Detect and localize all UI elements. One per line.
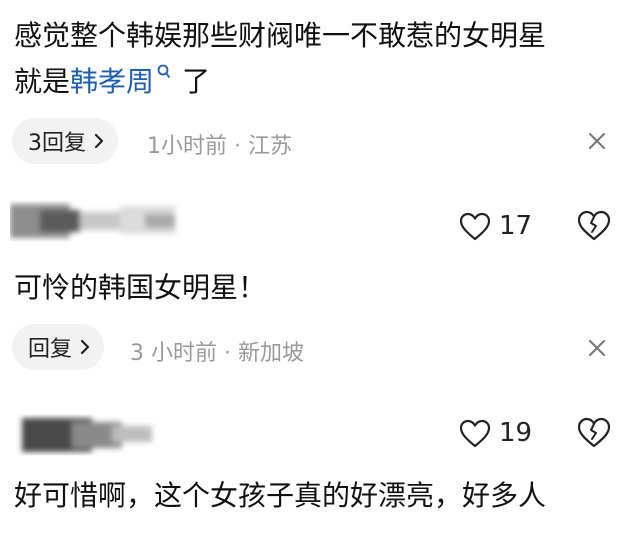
broken-heart-icon[interactable] (577, 210, 611, 242)
like-count: 17 (499, 211, 533, 241)
comment-text-prefix: 就是 (14, 65, 71, 98)
chevron-right-icon (94, 133, 104, 149)
blurred-username (12, 410, 162, 460)
heart-icon[interactable] (459, 212, 491, 242)
blur-image (22, 418, 152, 452)
close-icon[interactable] (587, 131, 607, 151)
comment-text-line1: 感觉整个韩娱那些财阀唯一不敢惹的女明星 (14, 19, 547, 52)
reply-button[interactable]: 回复 (12, 324, 105, 370)
search-icon[interactable] (156, 64, 172, 82)
close-icon[interactable] (587, 338, 607, 358)
comment-text-suffix: 了 (182, 65, 211, 98)
heart-icon[interactable] (459, 419, 491, 449)
like-count: 19 (499, 418, 533, 448)
comment-text-line2: 就是韩孝周了 (14, 60, 210, 104)
comment-meta: 3 小时前 · 新加坡 (130, 341, 304, 366)
blurred-username (10, 196, 190, 248)
comment-text: 可怜的韩国女明星！ (14, 271, 267, 304)
broken-heart-icon[interactable] (577, 417, 611, 449)
mention-link[interactable]: 韩孝周 (70, 65, 154, 98)
reply-button[interactable]: 3回复 (12, 118, 118, 164)
reply-label: 回复 (28, 337, 73, 362)
blur-image (10, 204, 175, 238)
comment-meta: 1小时前 · 江苏 (147, 134, 292, 159)
comment-text: 好可惜啊，这个女孩子真的好漂亮，好多人 (14, 479, 547, 512)
chevron-right-icon (80, 339, 90, 355)
reply-label: 3回复 (28, 131, 86, 156)
